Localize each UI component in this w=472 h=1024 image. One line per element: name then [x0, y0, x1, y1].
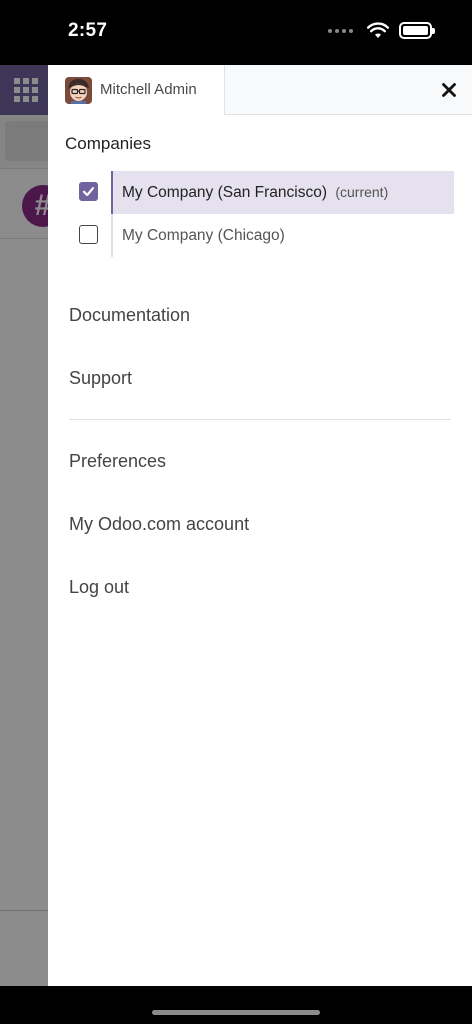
company-name: My Company (San Francisco) [122, 184, 328, 201]
menu-item-odoo-account[interactable]: My Odoo.com account [69, 493, 451, 556]
company-checkbox-cell[interactable] [65, 214, 111, 257]
checkbox-checked-icon[interactable] [79, 182, 98, 201]
menu-item-logout[interactable]: Log out [69, 556, 451, 619]
menu-item-support[interactable]: Support [69, 347, 451, 410]
battery-icon [399, 22, 435, 39]
user-avatar-icon [65, 77, 92, 104]
home-indicator[interactable] [152, 1010, 320, 1015]
status-icons [328, 22, 435, 39]
user-menu: Documentation Support Preferences My Odo… [69, 284, 451, 619]
signal-dots-icon [328, 28, 353, 33]
company-item-san-francisco[interactable]: My Company (San Francisco) (current) [65, 171, 454, 214]
company-name-cell[interactable]: My Company (San Francisco) (current) [111, 171, 454, 214]
drawer-header: Mitchell Admin [48, 65, 472, 115]
home-bar-area [0, 986, 472, 1024]
user-tab[interactable]: Mitchell Admin [48, 65, 225, 115]
company-list: My Company (San Francisco) (current) My … [65, 171, 454, 257]
menu-item-preferences[interactable]: Preferences [69, 430, 451, 493]
wifi-icon [367, 22, 389, 38]
status-time: 2:57 [68, 20, 108, 41]
companies-title: Companies [65, 134, 151, 153]
checkbox-unchecked-icon[interactable] [79, 225, 98, 244]
company-name-cell[interactable]: My Company (Chicago) [111, 214, 454, 257]
close-icon[interactable] [440, 81, 458, 99]
menu-divider [69, 419, 451, 420]
status-bar: 2:57 [0, 0, 472, 65]
company-name: My Company (Chicago) [122, 227, 285, 244]
company-item-chicago[interactable]: My Company (Chicago) [65, 214, 454, 257]
user-name: Mitchell Admin [100, 81, 197, 98]
current-company-tag: (current) [335, 184, 389, 200]
drawer-header-bar [225, 65, 472, 115]
company-checkbox-cell[interactable] [65, 171, 111, 214]
user-menu-drawer: Mitchell Admin Companies My Company (San… [48, 65, 472, 986]
menu-item-documentation[interactable]: Documentation [69, 284, 451, 347]
